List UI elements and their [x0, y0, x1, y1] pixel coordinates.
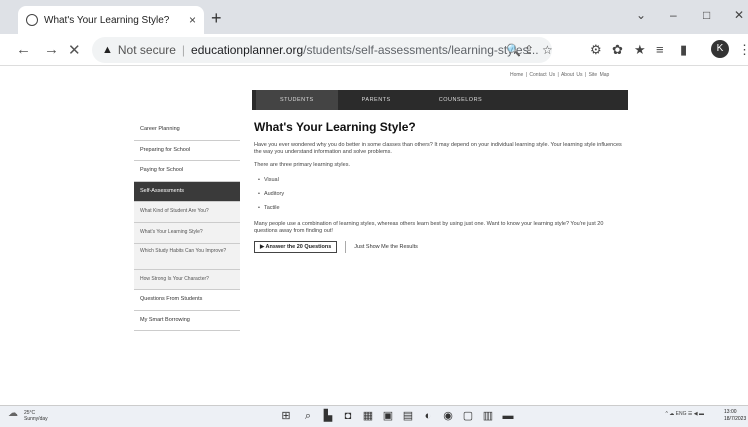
quiz-actions: ▶ Answer the 20 Questions Just Show Me t…	[254, 241, 624, 253]
main-nav: STUDENTS PARENTS COUNSELORS	[252, 90, 628, 110]
app-icon[interactable]: ▥	[482, 410, 494, 422]
web-page: Home | Contact Us | About Us | Site Map …	[0, 67, 748, 405]
side-panel-icon[interactable]: ▮	[680, 42, 687, 58]
store-icon[interactable]: ▤	[402, 410, 414, 422]
chrome-icon[interactable]: ◉	[442, 410, 454, 422]
forward-button[interactable]: →	[44, 41, 59, 58]
cloud-icon: ☁	[8, 408, 18, 419]
page-title: What's Your Learning Style?	[254, 120, 416, 134]
file-explorer-icon[interactable]: ▣	[382, 410, 394, 422]
nav-counselors[interactable]: COUNSELORS	[415, 97, 507, 103]
share-icon[interactable]: ⇪	[524, 43, 534, 57]
warning-icon[interactable]: ▲	[102, 44, 113, 56]
task-view-icon[interactable]: ▙	[322, 410, 334, 422]
sidebar-item-career-planning[interactable]: Career Planning	[134, 120, 240, 141]
extension-icon[interactable]: ✿	[612, 42, 623, 58]
answer-questions-button[interactable]: ▶ Answer the 20 Questions	[254, 241, 338, 253]
minimize-button[interactable]: –	[670, 8, 677, 22]
nav-students[interactable]: STUDENTS	[256, 90, 338, 110]
bookmark-star-icon[interactable]: ☆	[542, 43, 552, 57]
sidebar-item-self-assessments[interactable]: Self-Assessments	[134, 181, 240, 203]
start-icon[interactable]: ⊞	[280, 410, 292, 422]
search-icon[interactable]: 🔍	[506, 43, 521, 57]
site-favicon-icon	[26, 14, 38, 26]
weather-condition: Sunny/day	[24, 416, 48, 422]
tab-close-icon[interactable]: ×	[189, 13, 196, 27]
styles-intro: There are three primary learning styles.	[254, 162, 350, 168]
windows-taskbar: ☁ 25°C Sunny/day ⊞ ⌕ ▙ ◘ ▦ ▣ ▤ ◐ ◉ ▢ ▥ ▬…	[0, 405, 748, 427]
reading-list-icon[interactable]: ≡	[656, 42, 664, 57]
list-item: Visual	[258, 177, 624, 183]
app-icon[interactable]: ▢	[462, 410, 474, 422]
widgets-icon[interactable]: ▦	[362, 410, 374, 422]
profile-avatar[interactable]: K	[711, 40, 729, 58]
tab-active[interactable]: What's Your Learning Style? ×	[18, 6, 204, 34]
clock[interactable]: 13:00 18/7/2023	[724, 409, 746, 423]
tab-title: What's Your Learning Style?	[44, 14, 170, 26]
utility-links[interactable]: Home | Contact Us | About Us | Site Map	[510, 72, 609, 78]
security-label[interactable]: Not secure	[118, 43, 176, 57]
extension-icon[interactable]: ⚙	[590, 42, 602, 58]
reload-button[interactable]: ✕	[68, 41, 81, 59]
new-tab-button[interactable]: +	[211, 8, 222, 29]
sidebar-item-paying-for-school[interactable]: Paying for School	[134, 161, 240, 182]
list-item: Auditory	[258, 191, 624, 197]
closing-paragraph: Many people use a combination of learnin…	[254, 221, 604, 234]
tab-search-icon[interactable]: ⌄	[636, 8, 646, 22]
show-results-link[interactable]: Just Show Me the Results	[354, 244, 418, 250]
divider	[345, 241, 347, 253]
main-content: What's Your Learning Style? Have you eve…	[254, 120, 624, 253]
url-path: /students/self-assessments/learning-styl…	[303, 43, 539, 57]
edge-icon[interactable]: ◐	[422, 410, 434, 422]
clock-date: 18/7/2023	[724, 416, 747, 422]
system-tray[interactable]: ^ ☁ ENG ☰ ◀ ▬	[666, 411, 704, 417]
extension-puzzle-icon[interactable]: ★	[634, 42, 646, 58]
weather-widget[interactable]: ☁ 25°C Sunny/day	[8, 409, 48, 423]
tab-strip: What's Your Learning Style? × + ⌄ – □ ✕	[0, 0, 748, 34]
address-bar[interactable]: ▲ Not secure | educationplanner.org/stud…	[92, 37, 552, 63]
sidebar-item-smart-borrowing[interactable]: My Smart Borrowing	[134, 311, 240, 332]
sidebar-subitem-study-habits[interactable]: Which Study Habits Can You Improve?	[134, 243, 240, 270]
chat-icon[interactable]: ◘	[342, 410, 354, 422]
clock-time: 13:00	[724, 409, 737, 415]
sidebar-subitem-student-type[interactable]: What Kind of Student Are You?	[134, 202, 240, 223]
learning-styles-list: Visual Auditory Tactile	[258, 177, 624, 211]
search-icon[interactable]: ⌕	[302, 410, 314, 422]
menu-icon[interactable]: ⋮	[738, 42, 748, 58]
url-domain: educationplanner.org	[191, 43, 304, 57]
back-button[interactable]: ←	[16, 41, 31, 58]
list-item: Tactile	[258, 205, 624, 211]
maximize-button[interactable]: □	[703, 8, 710, 22]
close-window-button[interactable]: ✕	[734, 8, 744, 22]
app-icon[interactable]: ▬	[502, 410, 514, 422]
sidebar-item-questions[interactable]: Questions From Students	[134, 290, 240, 311]
nav-parents[interactable]: PARENTS	[338, 97, 415, 103]
sidebar-subitem-character[interactable]: How Strong Is Your Character?	[134, 269, 240, 291]
sidebar-subitem-learning-style[interactable]: What's Your Learning Style?	[134, 222, 240, 244]
intro-paragraph: Have you ever wondered why you do better…	[254, 142, 622, 155]
sidebar-item-preparing-for-school[interactable]: Preparing for School	[134, 141, 240, 162]
browser-toolbar: ← → ✕ ▲ Not secure | educationplanner.or…	[0, 34, 748, 66]
sidebar-nav: Career Planning Preparing for School Pay…	[134, 120, 240, 332]
